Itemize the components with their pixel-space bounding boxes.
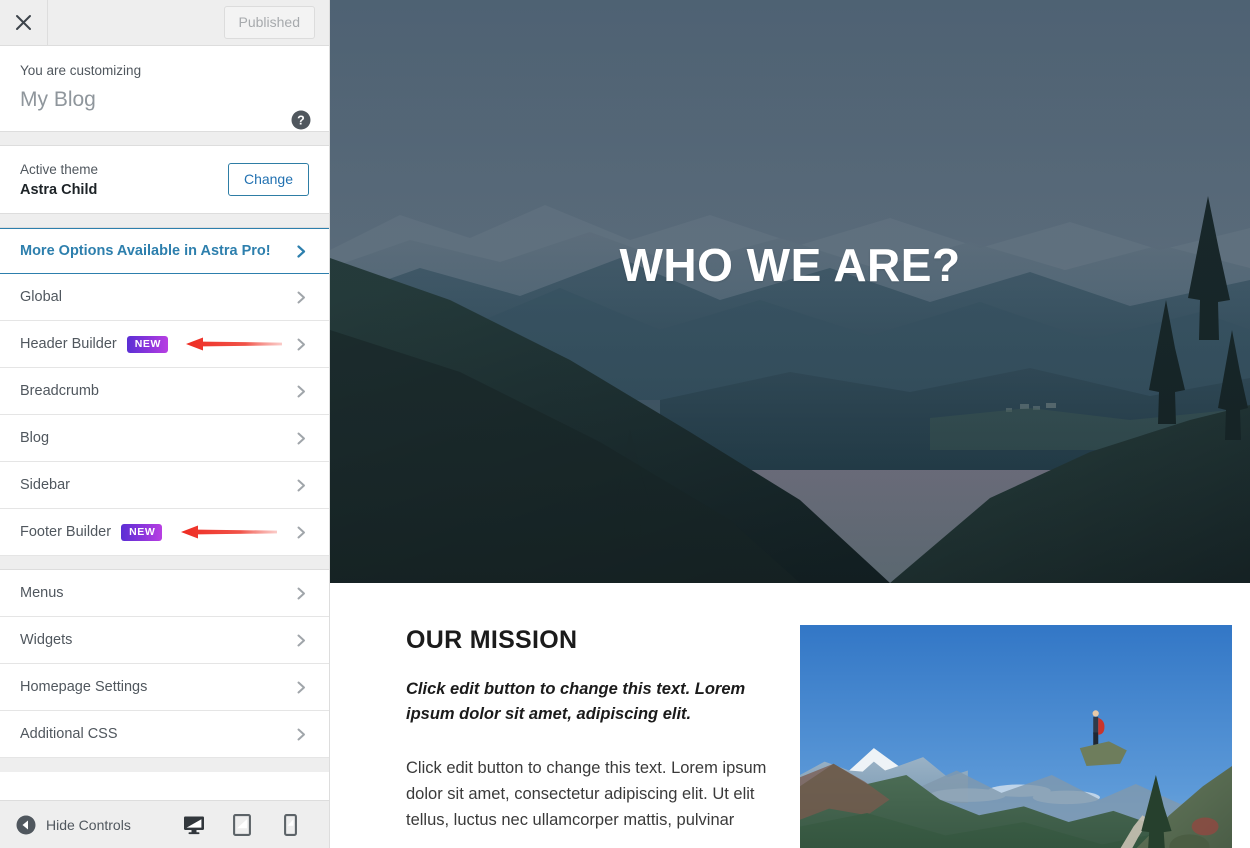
annotation-arrow-icon xyxy=(186,337,282,351)
hide-controls-label: Hide Controls xyxy=(46,816,131,833)
sidebar-item-blog[interactable]: Blog xyxy=(0,415,329,463)
sidebar-item-label: Homepage Settings xyxy=(20,679,148,696)
tablet-preview-icon xyxy=(233,813,251,836)
section-gap-1 xyxy=(0,132,329,147)
sidebar-item-label: Blog xyxy=(20,430,50,447)
help-button[interactable]: ? xyxy=(291,110,311,130)
collapse-arrow-icon xyxy=(16,815,36,834)
customizing-kicker: You are customizing xyxy=(20,63,142,78)
site-preview-pane[interactable]: WHO WE ARE? OUR MISSION Click edit butto… xyxy=(330,0,1250,848)
sidebar-item-label: Breadcrumb xyxy=(20,383,99,400)
sidebar-item-label: Sidebar xyxy=(20,477,70,494)
sidebar-item-sidebar[interactable]: Sidebar xyxy=(0,462,329,510)
chevron-right-icon xyxy=(294,244,309,259)
section-gap-4 xyxy=(0,758,329,773)
new-badge: NEW xyxy=(121,524,163,541)
customizing-info: You are customizing My Blog ? xyxy=(0,46,329,133)
customizer-sidebar: Published You are customizing My Blog ? … xyxy=(0,0,330,848)
hero-background-image xyxy=(330,0,1250,583)
chevron-right-icon xyxy=(294,478,309,493)
sidebar-item-footer-builder[interactable]: Footer Builder NEW xyxy=(0,509,329,557)
hiker-trail-image xyxy=(800,625,1232,848)
sidebar-item-label: Widgets xyxy=(20,632,73,649)
astra-pro-upsell-label: More Options Available in Astra Pro! xyxy=(20,243,271,260)
active-theme-name: Astra Child xyxy=(20,182,98,199)
sidebar-item-homepage-settings[interactable]: Homepage Settings xyxy=(0,664,329,712)
desktop-preview-button[interactable] xyxy=(181,810,207,840)
chevron-right-icon xyxy=(294,633,309,648)
sidebar-item-menus[interactable]: Menus xyxy=(0,570,329,618)
chevron-right-icon xyxy=(294,431,309,446)
chevron-right-icon xyxy=(294,337,309,352)
mission-image-column xyxy=(800,625,1250,848)
customizer-screen: Published You are customizing My Blog ? … xyxy=(0,0,1250,848)
chevron-right-icon xyxy=(294,384,309,399)
tablet-preview-button[interactable] xyxy=(229,810,255,840)
sidebar-item-global[interactable]: Global xyxy=(0,274,329,322)
new-badge: NEW xyxy=(126,336,169,353)
astra-pro-upsell-row[interactable]: More Options Available in Astra Pro! xyxy=(0,228,329,275)
sidebar-item-widgets[interactable]: Widgets xyxy=(0,617,329,665)
hero-title: WHO WE ARE? xyxy=(619,239,961,291)
svg-text:?: ? xyxy=(297,114,305,128)
customizer-footer-bar: Hide Controls xyxy=(0,800,329,848)
mission-text-column: OUR MISSION Click edit button to change … xyxy=(330,625,800,848)
chevron-right-icon xyxy=(294,525,309,540)
customizer-panel-list: More Options Available in Astra Pro! Glo… xyxy=(0,228,329,800)
mission-heading: OUR MISSION xyxy=(406,626,578,654)
close-customizer-button[interactable] xyxy=(0,0,48,45)
hide-controls-button[interactable]: Hide Controls xyxy=(16,815,131,835)
section-gap-3 xyxy=(0,556,329,571)
close-icon xyxy=(16,15,31,30)
sidebar-item-header-builder[interactable]: Header Builder NEW xyxy=(0,321,329,369)
chevron-right-icon xyxy=(294,727,309,742)
mission-body-text: Click edit button to change this text. L… xyxy=(406,758,767,830)
site-title: My Blog xyxy=(20,87,96,111)
hero-section: WHO WE ARE? xyxy=(330,0,1250,583)
section-gap-2 xyxy=(0,214,329,229)
active-theme-info: Active theme Astra Child xyxy=(20,160,98,198)
mission-lead-text: Click edit button to change this text. L… xyxy=(406,680,746,723)
sidebar-item-label: Header Builder xyxy=(20,336,117,353)
sidebar-item-label: Global xyxy=(20,289,62,306)
chevron-right-icon xyxy=(294,586,309,601)
active-theme-block: Active theme Astra Child Change xyxy=(0,146,329,215)
sidebar-item-label: Footer Builder xyxy=(20,524,112,541)
chevron-right-icon xyxy=(294,290,309,305)
sidebar-item-additional-css[interactable]: Additional CSS xyxy=(0,711,329,759)
annotation-arrow-icon xyxy=(181,525,277,539)
sidebar-item-label: Additional CSS xyxy=(20,726,118,743)
help-icon: ? xyxy=(291,110,311,130)
mobile-preview-button[interactable] xyxy=(277,810,303,840)
publish-button[interactable]: Published xyxy=(223,6,315,39)
mobile-preview-icon xyxy=(283,813,297,836)
device-preview-switcher xyxy=(181,810,315,840)
active-theme-label: Active theme xyxy=(20,162,99,178)
sidebar-item-breadcrumb[interactable]: Breadcrumb xyxy=(0,368,329,416)
sidebar-item-label: Menus xyxy=(20,585,64,602)
mission-section: OUR MISSION Click edit button to change … xyxy=(330,583,1250,848)
change-theme-button[interactable]: Change xyxy=(227,162,309,196)
chevron-right-icon xyxy=(294,680,309,695)
customizer-header-bar: Published xyxy=(0,0,329,46)
mission-photo xyxy=(800,625,1232,848)
desktop-preview-icon xyxy=(184,816,204,834)
